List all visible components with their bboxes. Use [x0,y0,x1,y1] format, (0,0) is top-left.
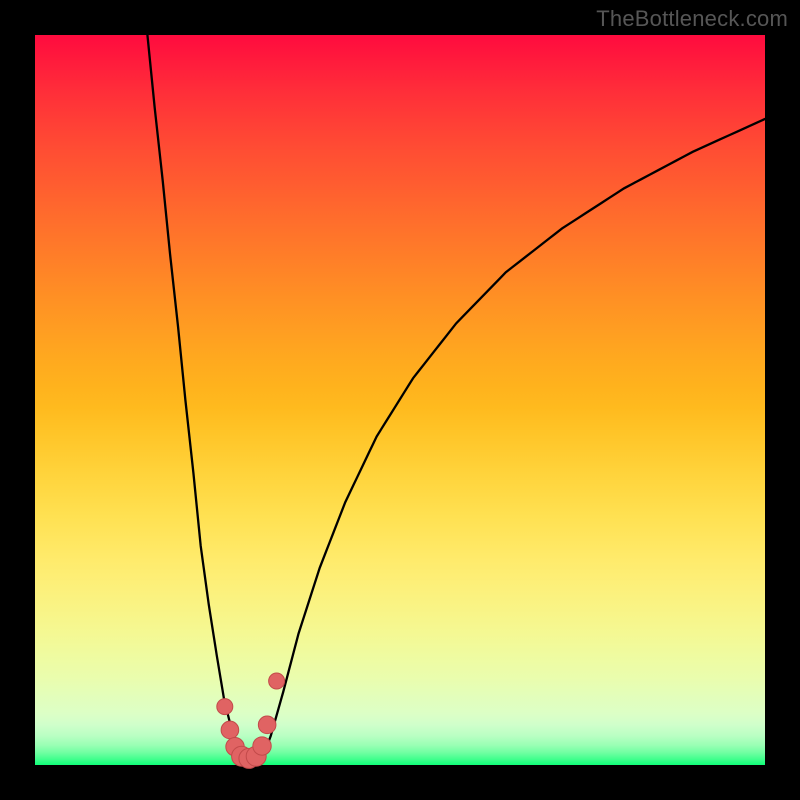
watermark-text: TheBottleneck.com [596,6,788,32]
gradient-plot-area [35,35,765,765]
chart-frame: TheBottleneck.com [0,0,800,800]
